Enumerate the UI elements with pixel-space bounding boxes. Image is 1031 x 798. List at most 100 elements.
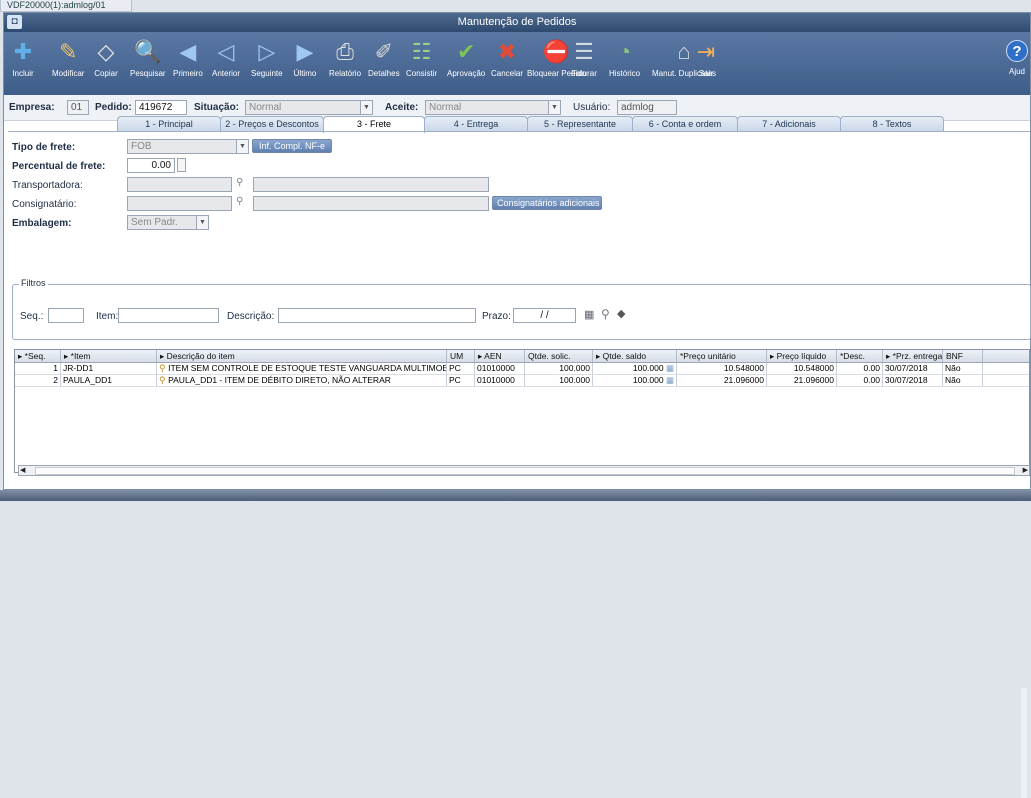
- toolbar-button-next[interactable]: ▷ Seguinte: [251, 37, 283, 78]
- toolbar-button-add[interactable]: ✚ Incluir: [9, 37, 37, 78]
- prazo-filter-input[interactable]: / /: [513, 308, 576, 323]
- table-cell[interactable]: JR-DD1: [61, 363, 157, 374]
- scroll-thumb[interactable]: [35, 467, 1015, 475]
- descricao-filter-input[interactable]: [278, 308, 476, 323]
- chevron-down-icon[interactable]: ▼: [360, 101, 372, 114]
- toolbar-button-printer[interactable]: ⎙ Relatório: [329, 37, 361, 78]
- search-icon[interactable]: ⚲: [236, 177, 243, 188]
- scroll-right-icon[interactable]: ▶: [1023, 466, 1028, 474]
- chevron-down-icon[interactable]: ▼: [548, 101, 560, 114]
- table-cell[interactable]: 01010000: [475, 363, 525, 374]
- calendar-icon[interactable]: ▦: [584, 308, 594, 321]
- toolbar-button-previous[interactable]: ◁ Anterior: [212, 37, 240, 78]
- table-cell[interactable]: 0.00: [837, 375, 883, 386]
- column-header[interactable]: ▸ Qtde. saldo: [593, 350, 677, 362]
- table-cell[interactable]: 30/07/2018: [883, 375, 943, 386]
- scroll-left-icon[interactable]: ◀: [20, 466, 25, 474]
- table-cell[interactable]: Não: [943, 375, 983, 386]
- table-row[interactable]: 1 JR-DD1 ⚲ ITEM SEM CONTROLE DE ESTOQUE TE…: [15, 363, 1029, 375]
- document-tab[interactable]: VDF20000(1):admlog/01: [0, 0, 132, 12]
- toolbar-button-approval[interactable]: ✔ Aprovação: [447, 37, 485, 78]
- column-header[interactable]: ▸ Preço líquido: [767, 350, 837, 362]
- tab-8[interactable]: 8 - Textos: [840, 116, 944, 132]
- consignatario-name-field[interactable]: [253, 196, 489, 211]
- table-cell[interactable]: 10.548000: [767, 363, 837, 374]
- pedido-field[interactable]: 419672: [135, 100, 187, 115]
- table-cell[interactable]: 01010000: [475, 375, 525, 386]
- usuario-field[interactable]: admlog: [617, 100, 677, 115]
- table-cell[interactable]: 100.000: [525, 375, 593, 386]
- grid-detail-icon[interactable]: ▦: [664, 375, 674, 385]
- table-cell[interactable]: 10.548000: [677, 363, 767, 374]
- table-row[interactable]: 2 PAULA_DD1 ⚲ PAULA_DD1 - ITEM DE DÉBITO D…: [15, 375, 1029, 387]
- vertical-scrollbar[interactable]: [1021, 688, 1027, 798]
- table-cell[interactable]: 21.096000: [767, 375, 837, 386]
- situacao-select[interactable]: Normal ▼: [245, 100, 373, 115]
- chevron-down-icon[interactable]: ▼: [196, 216, 208, 229]
- horizontal-scrollbar[interactable]: ◀ ▶: [18, 465, 1030, 476]
- toolbar-button-details[interactable]: ✐ Detalhes: [368, 37, 400, 78]
- table-cell[interactable]: 100.000: [525, 363, 593, 374]
- tab-5[interactable]: 5 - Representante: [527, 116, 633, 132]
- table-cell[interactable]: PAULA_DD1: [61, 375, 157, 386]
- table-cell[interactable]: PC: [447, 375, 475, 386]
- table-cell[interactable]: 100.000 ▦: [593, 363, 677, 374]
- aceite-select[interactable]: Normal ▼: [425, 100, 561, 115]
- tab-2[interactable]: 2 - Preços e Descontos: [220, 116, 324, 132]
- empresa-field[interactable]: 01: [67, 100, 89, 115]
- toolbar-button-copy[interactable]: ◇ Copiar: [92, 37, 120, 78]
- table-cell[interactable]: 30/07/2018: [883, 363, 943, 374]
- tab-6[interactable]: 6 - Conta e ordem: [632, 116, 738, 132]
- column-header[interactable]: *Desc.: [837, 350, 883, 362]
- table-cell[interactable]: 100.000 ▦: [593, 375, 677, 386]
- window-system-icon[interactable]: ◘: [7, 15, 22, 29]
- column-header[interactable]: ▸ *Seq.: [15, 350, 61, 362]
- grid-detail-icon[interactable]: ▦: [664, 363, 674, 373]
- toolbar-button-check-data[interactable]: ☷ Consistir: [406, 37, 437, 78]
- search-icon[interactable]: ⚲: [159, 363, 168, 373]
- column-header[interactable]: *Preço unitário: [677, 350, 767, 362]
- table-cell[interactable]: ⚲ ITEM SEM CONTROLE DE ESTOQUE TESTE VAN…: [157, 363, 447, 374]
- column-header[interactable]: ▸ *Item: [61, 350, 157, 362]
- table-cell[interactable]: ⚲ PAULA_DD1 - ITEM DE DÉBITO DIRETO, NÃO…: [157, 375, 447, 386]
- tab-4[interactable]: 4 - Entrega: [424, 116, 528, 132]
- table-cell[interactable]: PC: [447, 363, 475, 374]
- column-header[interactable]: BNF: [943, 350, 983, 362]
- toolbar-button-exit[interactable]: ⇥ Sair: [692, 37, 720, 78]
- item-filter-input[interactable]: [118, 308, 219, 323]
- column-header[interactable]: ▸ Descrição do item: [157, 350, 447, 362]
- consignatarios-adicionais-button[interactable]: Consignatários adicionais: [492, 196, 602, 210]
- eraser-icon[interactable]: ◆: [617, 307, 625, 320]
- tipo-frete-select[interactable]: FOB ▼: [127, 139, 249, 154]
- toolbar-button-history[interactable]: ◔ Histórico: [609, 37, 640, 78]
- toolbar-button-cancel[interactable]: ✖ Cancelar: [491, 37, 523, 78]
- inf-compl-nfe-button[interactable]: Inf. Compl. NF-e: [252, 139, 332, 153]
- toolbar-button-first[interactable]: ◀ Primeiro: [173, 37, 203, 78]
- seq-filter-input[interactable]: [48, 308, 84, 323]
- embalagem-select[interactable]: Sem Padr. ▼: [127, 215, 209, 230]
- toolbar-button-edit[interactable]: ✎ Modificar: [52, 37, 84, 78]
- chevron-down-icon[interactable]: ▼: [236, 140, 248, 153]
- percentual-frete-field[interactable]: 0.00: [127, 158, 175, 173]
- table-cell[interactable]: 0.00: [837, 363, 883, 374]
- search-icon[interactable]: ⚲: [601, 307, 610, 321]
- table-cell[interactable]: 2: [15, 375, 61, 386]
- column-header[interactable]: ▸ AEN: [475, 350, 525, 362]
- search-icon[interactable]: ⚲: [236, 196, 243, 207]
- calculator-icon[interactable]: [177, 158, 186, 172]
- transportadora-code-field[interactable]: [127, 177, 232, 192]
- table-cell[interactable]: 1: [15, 363, 61, 374]
- help-button[interactable]: ? Ajud: [1006, 40, 1028, 76]
- transportadora-name-field[interactable]: [253, 177, 489, 192]
- toolbar-button-invoice[interactable]: ☰ Faturar: [570, 37, 598, 78]
- search-icon[interactable]: ⚲: [159, 375, 168, 385]
- column-header[interactable]: UM: [447, 350, 475, 362]
- table-cell[interactable]: 21.096000: [677, 375, 767, 386]
- toolbar-button-last[interactable]: ▶ Último: [291, 37, 319, 78]
- column-header[interactable]: Qtde. solic.: [525, 350, 593, 362]
- tab-1[interactable]: 1 - Principal: [117, 116, 221, 132]
- column-header[interactable]: ▸ *Prz. entrega: [883, 350, 943, 362]
- tab-7[interactable]: 7 - Adicionais: [737, 116, 841, 132]
- toolbar-button-search[interactable]: 🔍 Pesquisar: [130, 37, 166, 78]
- consignatario-code-field[interactable]: [127, 196, 232, 211]
